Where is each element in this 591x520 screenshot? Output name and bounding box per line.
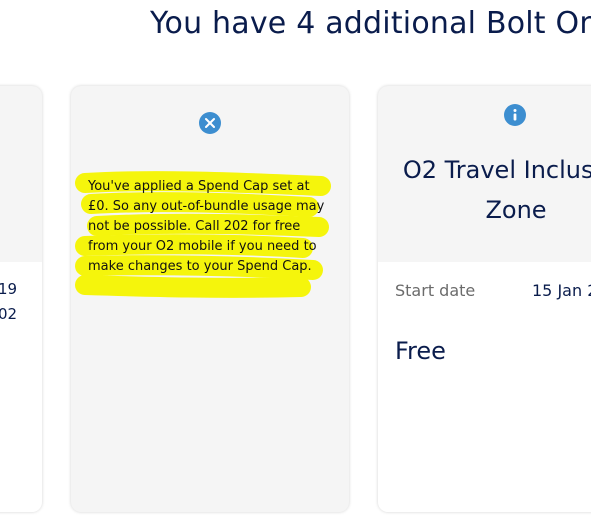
card-details-section [0,262,42,512]
bolt-on-title: O2 Travel Inclusive Zone [402,156,591,224]
card-date-fragment: 19 [0,280,18,298]
spend-cap-message: You've applied a Spend Cap set at £0. So… [88,179,325,274]
card-date-fragment: 02 [0,305,18,323]
start-date-label: Start date [395,281,476,300]
page-title: You have 4 additional Bolt Ons [150,6,591,41]
spend-cap-card: You've applied a Spend Cap set at £0. So… [71,86,349,512]
start-date-value: 15 Jan 2 [532,281,591,300]
page: You have 4 additional Bolt Ons 19 02 You… [0,0,591,520]
info-icon[interactable] [504,104,526,126]
bolt-on-card-left[interactable]: 19 02 [0,86,42,512]
bolt-on-price: Free [395,337,446,365]
bolt-on-card-travel[interactable]: O2 Travel Inclusive Zone Start date 15 J… [378,86,591,512]
